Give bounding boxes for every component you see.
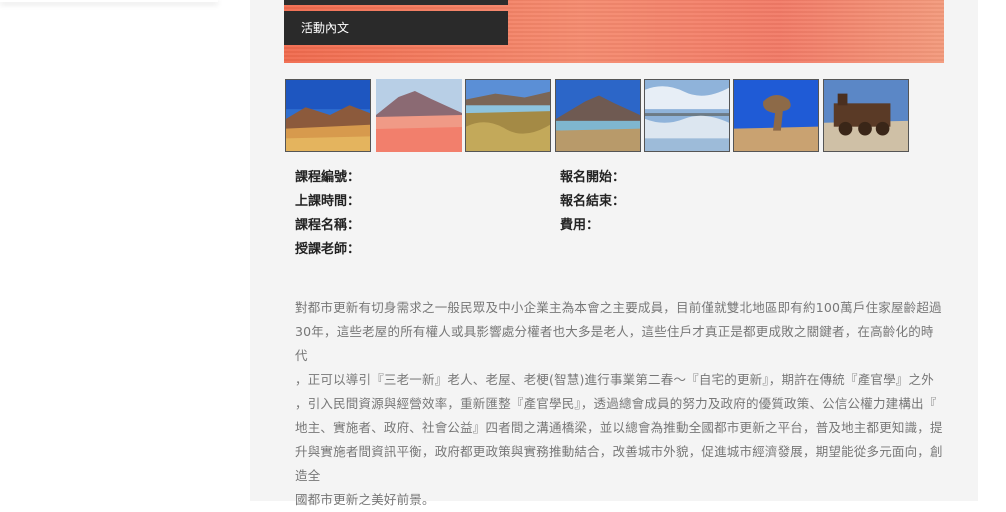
description-line: 對都市更新有切身需求之一般民眾及中小企業主為本會之主要成員，目前僅就雙北地區即有…	[295, 300, 942, 315]
thumbnail-volcano-lake[interactable]	[555, 79, 641, 152]
left-sidebar	[0, 0, 250, 501]
thumbnail-pink-lagoon-mountain[interactable]	[376, 79, 462, 152]
class-time-label: 上課時間：	[295, 194, 361, 209]
description-line: 升與實施者間資訊平衡，政府都更政策與實務推動結合，改善城市外貌，促進城市經濟發展…	[295, 444, 943, 483]
description-line: 國都市更新之美好前景。	[295, 492, 435, 507]
description-line: ，引入民間資源與經營效率，重新匯整『產官學民』，透過總會成員的努力及政府的優質政…	[295, 396, 937, 411]
registration-start-label: 報名開始：	[560, 170, 626, 185]
description-line: 地主、實施者、政府、社會公益』四者間之溝通橋梁，並以總會為推動全國都市更新之平台…	[295, 420, 943, 435]
thumbnail-grassland-lake[interactable]	[465, 79, 551, 152]
registration-end-label: 報名結束：	[560, 194, 626, 209]
fee-label: 費用：	[560, 218, 600, 233]
course-name-label: 課程名稱：	[295, 218, 361, 233]
thumbnail-desert-mountains[interactable]	[285, 79, 371, 152]
description-line: ，正可以導引『三老一新』老人、老屋、老梗(智慧)進行事業第二春〜『自宅的更新』，…	[295, 372, 934, 387]
course-description: 對都市更新有切身需求之一般民眾及中小企業主為本會之主要成員，目前僅就雙北地區即有…	[295, 296, 943, 512]
course-info-right: 報名開始： 報名結束： 費用：	[560, 169, 625, 241]
course-code-label: 課程編號：	[295, 170, 361, 185]
hero-caption: 活動內文	[284, 11, 508, 45]
hero-top-bar	[284, 0, 508, 5]
description-line: 30年，這些老屋的所有權人或具影響處分權者也大多是老人，這些住戶才真正是都更成敗…	[295, 324, 934, 363]
instructor-label: 授課老師：	[295, 242, 361, 257]
thumbnail-salt-flat-reflection[interactable]	[644, 79, 730, 152]
thumbnail-train-cemetery[interactable]	[823, 79, 909, 152]
sidebar-card	[0, 0, 218, 2]
hero-banner-image: 活動內文	[284, 0, 944, 63]
main-content: 活動內文 課程編號： 上課時間： 課程名稱： 授課老師： 報名開始： 報名結束：…	[250, 0, 978, 507]
thumbnail-stone-tree[interactable]	[733, 79, 819, 152]
course-info-left: 課程編號： 上課時間： 課程名稱： 授課老師：	[295, 169, 360, 265]
